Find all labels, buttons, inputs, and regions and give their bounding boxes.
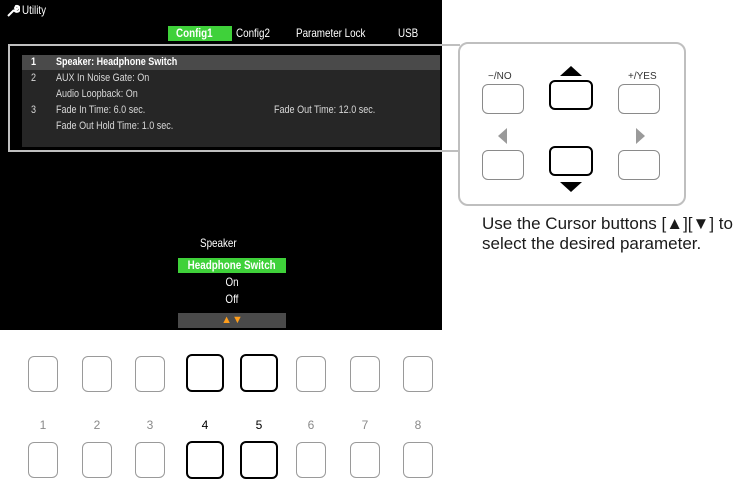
upper-button-4[interactable] bbox=[186, 354, 224, 392]
cursor-button-panel: −/NO +/YES bbox=[458, 42, 686, 206]
cursor-down-button[interactable] bbox=[549, 146, 593, 176]
lcd-screen: Utility Config1 Config2 Parameter Lock U… bbox=[0, 0, 442, 330]
popup-option-headphone-switch[interactable]: Headphone Switch bbox=[178, 258, 286, 273]
tab-usb[interactable]: USB bbox=[398, 26, 423, 41]
yes-button[interactable] bbox=[618, 84, 660, 114]
button-number-6: 6 bbox=[307, 418, 315, 432]
instruction-text: Use the Cursor buttons [▲][▼] to select … bbox=[482, 214, 733, 253]
upper-button-3[interactable] bbox=[135, 356, 165, 392]
upper-button-2[interactable] bbox=[82, 356, 112, 392]
button-number-1: 1 bbox=[39, 418, 47, 432]
lower-button-7[interactable] bbox=[350, 442, 380, 478]
param-row-speaker[interactable]: 1 Speaker: Headphone Switch bbox=[22, 55, 440, 70]
no-button[interactable] bbox=[482, 84, 524, 114]
param-row-fade-time[interactable]: 3 Fade In Time: 6.0 sec. Fade Out Time: 12… bbox=[22, 103, 440, 118]
param-row-fade-out-hold[interactable]: Fade Out Hold Time: 1.0 sec. bbox=[22, 119, 440, 134]
popup-title: Speaker bbox=[199, 236, 237, 250]
lower-button-2[interactable] bbox=[82, 442, 112, 478]
cursor-up-button[interactable] bbox=[549, 80, 593, 110]
upper-button-8[interactable] bbox=[403, 356, 433, 392]
lower-button-5[interactable] bbox=[240, 441, 278, 479]
upper-button-5[interactable] bbox=[240, 354, 278, 392]
down-arrow-icon bbox=[560, 182, 582, 192]
cursor-right-button[interactable] bbox=[618, 150, 660, 180]
up-arrow-icon bbox=[560, 66, 582, 76]
lower-button-4[interactable] bbox=[186, 441, 224, 479]
button-number-8: 8 bbox=[414, 418, 422, 432]
lower-button-3[interactable] bbox=[135, 442, 165, 478]
lower-button-8[interactable] bbox=[403, 442, 433, 478]
popup-option-on[interactable]: On bbox=[178, 275, 286, 290]
tab-config1[interactable]: Config1 bbox=[168, 26, 232, 41]
button-number-2: 2 bbox=[93, 418, 101, 432]
lower-button-1[interactable] bbox=[28, 442, 58, 478]
upper-button-7[interactable] bbox=[350, 356, 380, 392]
button-number-5: 5 bbox=[255, 418, 263, 432]
lower-button-6[interactable] bbox=[296, 442, 326, 478]
popup-option-off[interactable]: Off bbox=[178, 292, 286, 307]
param-row-aux-noise-gate[interactable]: 2 AUX In Noise Gate: On bbox=[22, 71, 440, 86]
no-label: −/NO bbox=[488, 71, 512, 82]
callout-line-top bbox=[8, 44, 460, 46]
upper-button-1[interactable] bbox=[28, 356, 58, 392]
callout-line-bottom bbox=[8, 150, 460, 152]
button-number-3: 3 bbox=[146, 418, 154, 432]
cursor-left-button[interactable] bbox=[482, 150, 524, 180]
upper-button-6[interactable] bbox=[296, 356, 326, 392]
button-number-7: 7 bbox=[361, 418, 369, 432]
parameter-list: 1 Speaker: Headphone Switch 2 AUX In Noise… bbox=[22, 55, 440, 147]
button-number-4: 4 bbox=[201, 418, 209, 432]
screen-title: Utility bbox=[22, 3, 47, 17]
popup-scroll-arrows[interactable]: ▲▼ bbox=[178, 313, 286, 328]
right-arrow-icon bbox=[636, 128, 645, 144]
left-arrow-icon bbox=[498, 128, 507, 144]
callout-line-left bbox=[8, 44, 10, 150]
wrench-icon bbox=[7, 4, 20, 17]
yes-label: +/YES bbox=[628, 71, 657, 82]
tab-parameter-lock[interactable]: Parameter Lock bbox=[296, 26, 381, 41]
tab-config2[interactable]: Config2 bbox=[236, 26, 277, 41]
param-row-audio-loopback[interactable]: Audio Loopback: On bbox=[22, 87, 440, 102]
